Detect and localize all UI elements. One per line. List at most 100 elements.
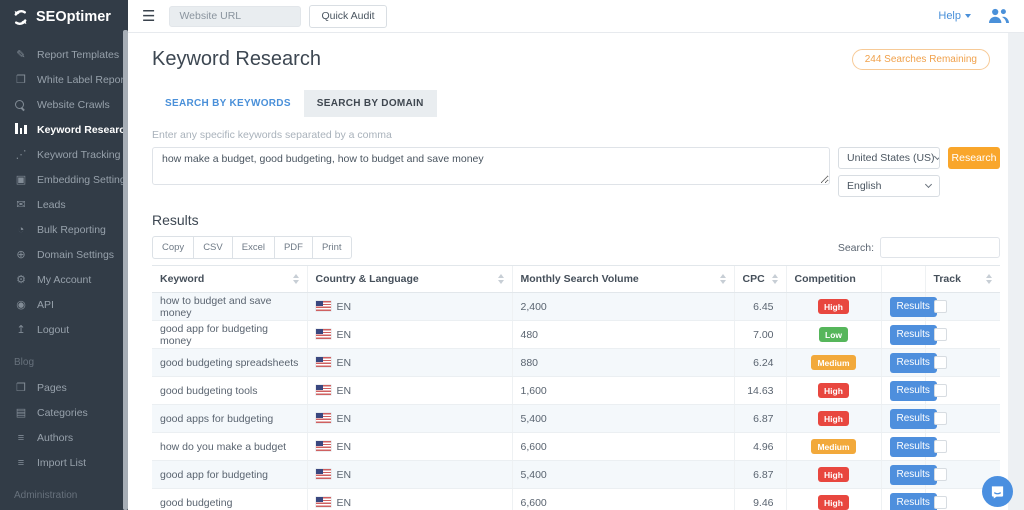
results-action-cell: Results	[881, 433, 925, 461]
country-select[interactable]: United States (US)	[838, 147, 940, 169]
cpc-cell: 6.24	[734, 349, 786, 377]
print-export-button[interactable]: Print	[312, 236, 352, 259]
categories-icon: ▤	[14, 406, 28, 419]
table-row: good apps for budgetingEN5,4006.87HighRe…	[152, 405, 1000, 433]
language-select[interactable]: English	[838, 175, 940, 197]
copy-export-button[interactable]: Copy	[152, 236, 194, 259]
sidebar-item-website-crawls[interactable]: Website Crawls	[0, 92, 128, 117]
column-header-inner: Track	[934, 273, 993, 285]
page-title: Keyword Research	[152, 48, 321, 71]
sidebar-item-leads[interactable]: ✉Leads	[0, 192, 128, 217]
website-url-input[interactable]	[169, 6, 301, 27]
excel-export-button[interactable]: Excel	[232, 236, 275, 259]
track-checkbox[interactable]	[934, 440, 947, 453]
sort-icon[interactable]	[498, 274, 504, 284]
country-language-cell: EN	[307, 377, 512, 405]
sidebar-item-embedding-settings[interactable]: ▣Embedding Settings	[0, 167, 128, 192]
track-checkbox[interactable]	[934, 356, 947, 369]
report-templates-icon: ✎	[14, 48, 28, 61]
column-header-country-language[interactable]: Country & Language	[307, 266, 512, 293]
sidebar-item-domain-settings[interactable]: ⊕Domain Settings	[0, 242, 128, 267]
country-language-cell: EN	[307, 489, 512, 510]
us-flag-icon	[316, 301, 331, 311]
results-button[interactable]: Results	[890, 297, 937, 317]
quick-audit-button[interactable]: Quick Audit	[309, 5, 386, 28]
keywords-textarea[interactable]: how make a budget, good budgeting, how t…	[152, 147, 830, 185]
search-volume-cell: 5,400	[512, 461, 734, 489]
sidebar-item-pages[interactable]: ❐Pages	[0, 375, 128, 400]
results-action-cell: Results	[881, 321, 925, 349]
track-checkbox[interactable]	[934, 412, 947, 425]
competition-badge: Low	[819, 327, 848, 342]
sort-icon[interactable]	[720, 274, 726, 284]
tab-search-by-keywords[interactable]: SEARCH BY KEYWORDS	[152, 90, 304, 117]
competition-cell: Medium	[786, 433, 881, 461]
chat-icon	[990, 484, 1005, 499]
bar-chart-icon	[15, 123, 27, 134]
track-checkbox[interactable]	[934, 300, 947, 313]
account-users-icon[interactable]	[987, 8, 1010, 24]
chat-button[interactable]	[982, 476, 1013, 507]
track-checkbox[interactable]	[934, 496, 947, 509]
pdf-export-button[interactable]: PDF	[274, 236, 313, 259]
column-header-cpc[interactable]: CPC	[734, 266, 786, 293]
track-checkbox[interactable]	[934, 468, 947, 481]
competition-badge: High	[818, 383, 849, 398]
results-button[interactable]: Results	[890, 353, 937, 373]
search-volume-cell: 880	[512, 349, 734, 377]
sidebar-item-report-templates[interactable]: ✎Report Templates	[0, 42, 128, 67]
column-header-track[interactable]: Track	[925, 266, 1000, 293]
track-cell	[925, 377, 1000, 405]
caret-down-icon	[965, 14, 971, 18]
language-code: EN	[337, 497, 352, 509]
sort-icon[interactable]	[293, 274, 299, 284]
sidebar-item-white-label-reports[interactable]: ❐White Label Reports	[0, 67, 128, 92]
gear-icon: ⚙	[14, 273, 28, 286]
sidebar-item-authors[interactable]: ≡Authors	[0, 425, 128, 450]
table-search-input[interactable]	[880, 237, 1000, 258]
results-button[interactable]: Results	[890, 325, 937, 345]
table-row: how to budget and save moneyEN2,4006.45H…	[152, 293, 1000, 321]
track-checkbox[interactable]	[934, 328, 947, 341]
help-menu[interactable]: Help	[938, 10, 971, 22]
brand-logo[interactable]: SEOptimer	[0, 0, 128, 34]
sidebar-item-label: Domain Settings	[37, 249, 114, 261]
top-bar: ☰ Quick Audit Help	[128, 0, 1024, 33]
sort-icon[interactable]	[986, 274, 992, 284]
column-header-monthly-search-volume[interactable]: Monthly Search Volume	[512, 266, 734, 293]
sidebar-item-bulk-reporting[interactable]: ◔Bulk Reporting	[0, 217, 128, 242]
sidebar-item-logout[interactable]: ↥Logout	[0, 317, 128, 342]
results-button[interactable]: Results	[890, 493, 937, 510]
table-row: good budgeting toolsEN1,60014.63HighResu…	[152, 377, 1000, 405]
results-button[interactable]: Results	[890, 409, 937, 429]
country-language-cell: EN	[307, 349, 512, 377]
chevron-down-icon	[925, 181, 932, 188]
sidebar-item-import-list[interactable]: ≡Import List	[0, 450, 128, 475]
research-button[interactable]: Research	[948, 147, 1000, 169]
country-language-cell: EN	[307, 321, 512, 349]
sidebar-item-label: Pages	[37, 382, 67, 394]
competition-cell: High	[786, 377, 881, 405]
tab-search-by-domain[interactable]: SEARCH BY DOMAIN	[304, 90, 437, 117]
track-checkbox[interactable]	[934, 384, 947, 397]
sidebar-item-api[interactable]: ◉API	[0, 292, 128, 317]
sidebar-item-my-account[interactable]: ⚙My Account	[0, 267, 128, 292]
sort-icon[interactable]	[772, 274, 778, 284]
sidebar-item-keyword-tracking[interactable]: ⋰Keyword Tracking	[0, 142, 128, 167]
sidebar-scrollbar[interactable]	[123, 30, 128, 510]
api-icon: ◉	[14, 298, 28, 311]
menu-icon[interactable]: ☰	[142, 7, 155, 25]
sidebar-item-categories[interactable]: ▤Categories	[0, 400, 128, 425]
results-button[interactable]: Results	[890, 437, 937, 457]
sidebar-item-keyword-research[interactable]: Keyword Research	[0, 117, 128, 142]
column-header-keyword[interactable]: Keyword	[152, 266, 307, 293]
cpc-cell: 4.96	[734, 433, 786, 461]
column-header-inner: Competition	[795, 273, 873, 285]
sidebar-item-label: Leads	[37, 199, 66, 211]
cpc-cell: 6.87	[734, 461, 786, 489]
csv-export-button[interactable]: CSV	[193, 236, 233, 259]
results-button[interactable]: Results	[890, 465, 937, 485]
results-button[interactable]: Results	[890, 381, 937, 401]
column-header-label: Monthly Search Volume	[521, 273, 639, 285]
table-row: good budgetingEN6,6009.46HighResults	[152, 489, 1000, 510]
